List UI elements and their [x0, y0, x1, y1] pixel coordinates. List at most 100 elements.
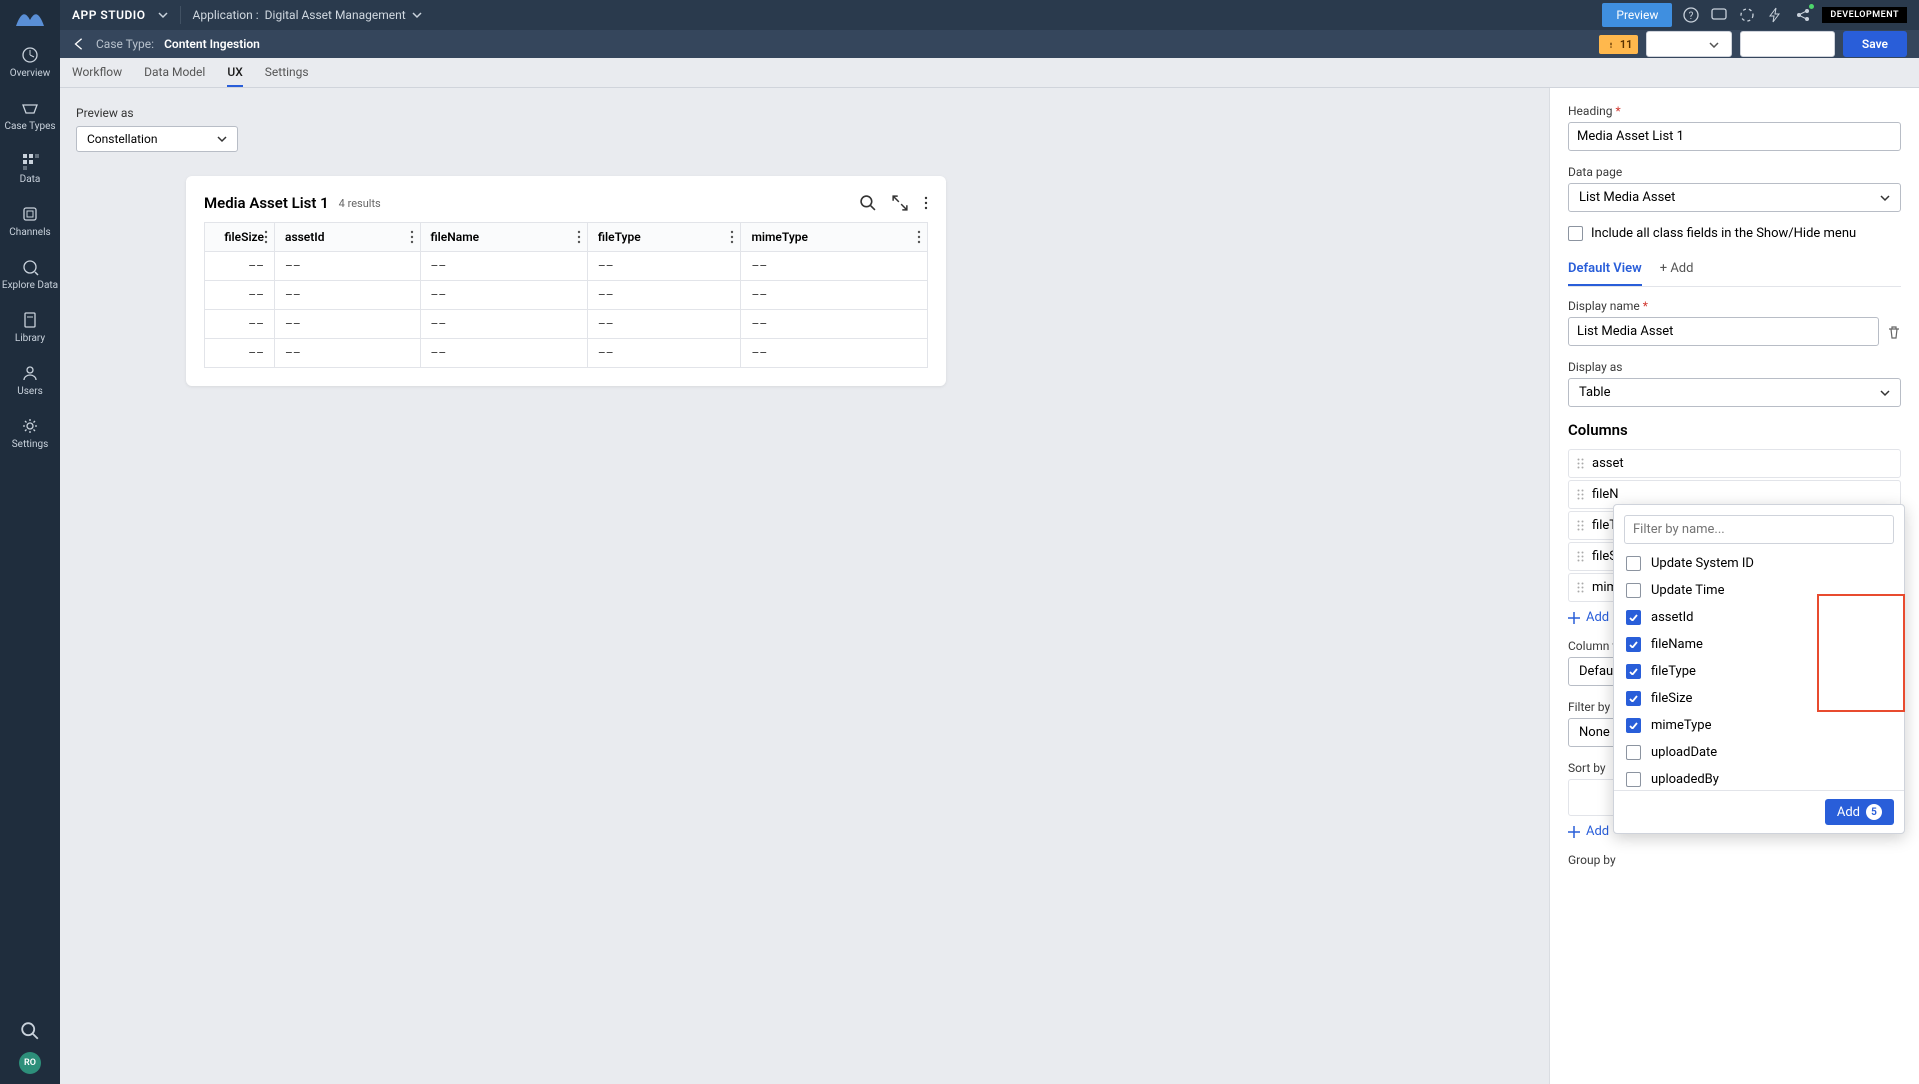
- activity-button[interactable]: [1738, 6, 1756, 24]
- column-option-checkbox[interactable]: [1626, 745, 1641, 760]
- drag-handle-icon[interactable]: [1577, 489, 1584, 500]
- sidebar-item-library[interactable]: Library: [2, 301, 58, 354]
- column-option-checkbox[interactable]: [1626, 718, 1641, 733]
- column-option-checkbox[interactable]: [1626, 610, 1641, 625]
- sidebar-item-data[interactable]: Data: [2, 142, 58, 195]
- save-button[interactable]: Save: [1843, 31, 1907, 57]
- properties-panel: Heading * Data page List Media Asset Inc…: [1549, 88, 1919, 1084]
- actions-button[interactable]: Actions: [1646, 31, 1732, 57]
- drag-handle-icon[interactable]: [1577, 458, 1584, 469]
- column-option-fileSize[interactable]: fileSize: [1614, 685, 1904, 712]
- add-count: 5: [1866, 804, 1882, 820]
- back-button[interactable]: [72, 37, 86, 51]
- chevron-down-icon[interactable]: [158, 10, 168, 20]
- column-option-checkbox[interactable]: [1626, 556, 1641, 571]
- sidebar-item-users[interactable]: Users: [2, 354, 58, 407]
- check-icon: [1629, 722, 1638, 729]
- add-column-link[interactable]: Add: [1568, 610, 1609, 625]
- column-header-fileType[interactable]: fileType: [587, 223, 741, 252]
- tab-settings[interactable]: Settings: [265, 58, 309, 87]
- add-selected-button[interactable]: Add 5: [1825, 799, 1894, 825]
- sidebar-item-channels[interactable]: Channels: [2, 195, 58, 248]
- heading-input[interactable]: [1568, 122, 1901, 151]
- column-row-label: asset: [1592, 456, 1624, 471]
- delete-view-button[interactable]: [1887, 325, 1901, 339]
- share-button[interactable]: [1794, 6, 1812, 24]
- kebab-icon: [264, 230, 268, 244]
- column-menu-button[interactable]: [917, 230, 921, 244]
- warning-badge[interactable]: 11: [1599, 35, 1639, 54]
- column-option-checkbox[interactable]: [1626, 583, 1641, 598]
- include-all-checkbox-row[interactable]: Include all class fields in the Show/Hid…: [1568, 226, 1901, 241]
- help-button[interactable]: ?: [1682, 6, 1700, 24]
- sidebar-icon: [21, 99, 39, 117]
- sidebar-item-overview[interactable]: Overview: [2, 36, 58, 89]
- sidebar-icon: [21, 258, 39, 276]
- column-option-Update-System-ID[interactable]: Update System ID: [1614, 550, 1904, 577]
- column-header-assetId[interactable]: assetId: [275, 223, 421, 252]
- drag-handle-icon[interactable]: [1577, 551, 1584, 562]
- add-sort-link[interactable]: Add: [1568, 824, 1609, 839]
- column-option-fileType[interactable]: fileType: [1614, 658, 1904, 685]
- column-menu-button[interactable]: [577, 230, 581, 244]
- trash-icon: [1887, 325, 1901, 339]
- table-search-button[interactable]: [860, 195, 876, 211]
- subheader: Case Type: Content Ingestion 11 Actions …: [60, 30, 1919, 58]
- divider: [180, 6, 181, 24]
- column-menu-button[interactable]: [410, 230, 414, 244]
- media-asset-card: Media Asset List 1 4 results fileSizeass…: [186, 176, 946, 386]
- avatar[interactable]: RO: [19, 1052, 41, 1074]
- column-option-Update-Time[interactable]: Update Time: [1614, 577, 1904, 604]
- view-tab-default[interactable]: Default View: [1568, 257, 1642, 286]
- card-menu-button[interactable]: [924, 196, 928, 210]
- column-header-fileSize[interactable]: fileSize: [205, 223, 275, 252]
- tab-ux[interactable]: UX: [227, 58, 242, 87]
- display-as-select[interactable]: Table: [1568, 378, 1901, 407]
- sidebar-search-button[interactable]: [21, 1022, 39, 1040]
- column-option-mimeType[interactable]: mimeType: [1614, 712, 1904, 739]
- column-option-label: uploadedBy: [1651, 772, 1719, 787]
- column-filter-input[interactable]: [1624, 515, 1894, 544]
- column-option-checkbox[interactable]: [1626, 637, 1641, 652]
- column-option-checkbox[interactable]: [1626, 772, 1641, 787]
- column-menu-button[interactable]: [264, 230, 268, 244]
- view-tab-add[interactable]: + Add: [1660, 257, 1694, 286]
- save-and-run-button[interactable]: Save and run: [1740, 31, 1835, 57]
- canvas-area: Preview as Constellation Media Asset Lis…: [60, 88, 1549, 1084]
- column-header-mimeType[interactable]: mimeType: [741, 223, 928, 252]
- sidebar-item-settings[interactable]: Settings: [2, 407, 58, 460]
- expand-button[interactable]: [892, 195, 908, 211]
- sidebar-item-explore-data[interactable]: Explore Data: [2, 248, 58, 301]
- column-option-fileName[interactable]: fileName: [1614, 631, 1904, 658]
- bolt-button[interactable]: [1766, 6, 1784, 24]
- drag-handle-icon[interactable]: [1577, 582, 1584, 593]
- datapage-select[interactable]: List Media Asset: [1568, 183, 1901, 212]
- include-all-checkbox[interactable]: [1568, 226, 1583, 241]
- column-header-fileName[interactable]: fileName: [420, 223, 587, 252]
- preview-as-select[interactable]: Constellation: [76, 126, 238, 152]
- sidebar-item-label: Channels: [9, 227, 50, 238]
- column-option-checkbox[interactable]: [1626, 691, 1641, 706]
- preview-button[interactable]: Preview: [1602, 3, 1672, 27]
- column-menu-button[interactable]: [730, 230, 734, 244]
- column-option-uploadDate[interactable]: uploadDate: [1614, 739, 1904, 766]
- table-cell: ––: [420, 310, 587, 339]
- column-option-uploadedBy[interactable]: uploadedBy: [1614, 766, 1904, 790]
- sidebar-item-case-types[interactable]: Case Types: [2, 89, 58, 142]
- column-row-label: fileN: [1592, 487, 1619, 502]
- expand-icon: [892, 195, 908, 211]
- column-option-checkbox[interactable]: [1626, 664, 1641, 679]
- tab-workflow[interactable]: Workflow: [72, 58, 122, 87]
- column-row-assetId[interactable]: asset: [1568, 449, 1901, 478]
- column-option-label: uploadDate: [1651, 745, 1717, 760]
- sidebar-icon: [21, 152, 39, 170]
- app-title: APP STUDIO: [72, 8, 146, 22]
- drag-handle-icon[interactable]: [1577, 520, 1584, 531]
- chat-button[interactable]: [1710, 6, 1728, 24]
- display-as-value: Table: [1579, 385, 1610, 400]
- kebab-icon: [730, 230, 734, 244]
- display-name-input[interactable]: [1568, 317, 1879, 346]
- application-dropdown[interactable]: Application : Digital Asset Management: [193, 8, 422, 22]
- column-option-assetId[interactable]: assetId: [1614, 604, 1904, 631]
- tab-data-model[interactable]: Data Model: [144, 58, 205, 87]
